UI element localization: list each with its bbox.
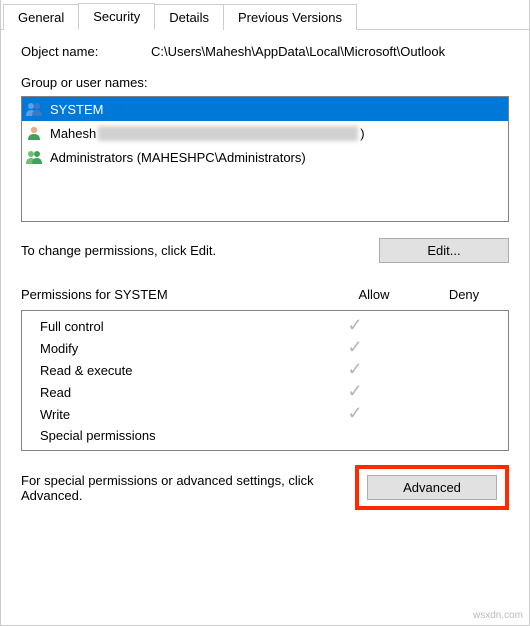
check-icon: ✓ [347, 381, 362, 401]
perm-allow: ✓ [310, 318, 400, 334]
table-row: Modify ✓ [22, 337, 508, 359]
perm-name: Read [40, 385, 310, 400]
tab-details[interactable]: Details [154, 4, 224, 30]
check-icon: ✓ [347, 403, 362, 423]
advanced-highlight: Advanced [355, 465, 509, 510]
perm-name: Write [40, 407, 310, 422]
perm-name: Special permissions [40, 428, 310, 443]
permissions-table: Full control ✓ Modify ✓ Read & execute ✓… [21, 310, 509, 451]
group-icon [24, 100, 46, 118]
list-item-label: Administrators (MAHESHPC\Administrators) [50, 150, 306, 165]
perm-allow: ✓ [310, 406, 400, 422]
advanced-hint: For special permissions or advanced sett… [21, 473, 355, 503]
table-row: Full control ✓ [22, 315, 508, 337]
list-item-label: SYSTEM [50, 102, 103, 117]
watermark: wsxdn.com [473, 610, 523, 621]
perm-name: Read & execute [40, 363, 310, 378]
table-row: Write ✓ [22, 403, 508, 425]
perm-name: Modify [40, 341, 310, 356]
list-item[interactable]: Administrators (MAHESHPC\Administrators) [22, 145, 508, 169]
check-icon: ✓ [347, 315, 362, 335]
redacted-text: xxxxxxxxxxxxxxxxxxxxxxxxxxxxxxxxxxxxxxxx [98, 126, 358, 141]
list-item-label: Mahesh [50, 126, 96, 141]
tab-general[interactable]: General [3, 4, 79, 30]
groups-label: Group or user names: [21, 75, 509, 90]
advanced-button[interactable]: Advanced [367, 475, 497, 500]
tab-previous-versions[interactable]: Previous Versions [223, 4, 357, 30]
tab-security[interactable]: Security [78, 3, 155, 30]
user-icon [24, 124, 46, 142]
tab-bar: General Security Details Previous Versio… [1, 0, 529, 30]
check-icon: ✓ [347, 337, 362, 357]
table-row: Read & execute ✓ [22, 359, 508, 381]
object-name-label: Object name: [21, 44, 151, 59]
allow-header: Allow [329, 287, 419, 302]
deny-header: Deny [419, 287, 509, 302]
edit-hint: To change permissions, click Edit. [21, 243, 216, 258]
check-icon: ✓ [347, 359, 362, 379]
table-row: Read ✓ [22, 381, 508, 403]
list-item[interactable]: SYSTEM [22, 97, 508, 121]
group-icon [24, 148, 46, 166]
perm-allow: ✓ [310, 340, 400, 356]
permissions-title: Permissions for SYSTEM [21, 287, 329, 302]
group-listbox[interactable]: SYSTEM Mahesh xxxxxxxxxxxxxxxxxxxxxxxxxx… [21, 96, 509, 222]
perm-allow: ✓ [310, 362, 400, 378]
table-row: Special permissions [22, 425, 508, 446]
object-name-value: C:\Users\Mahesh\AppData\Local\Microsoft\… [151, 44, 509, 59]
perm-name: Full control [40, 319, 310, 334]
perm-allow: ✓ [310, 384, 400, 400]
list-item-suffix: ) [360, 126, 364, 141]
list-item[interactable]: Mahesh xxxxxxxxxxxxxxxxxxxxxxxxxxxxxxxxx… [22, 121, 508, 145]
edit-button[interactable]: Edit... [379, 238, 509, 263]
